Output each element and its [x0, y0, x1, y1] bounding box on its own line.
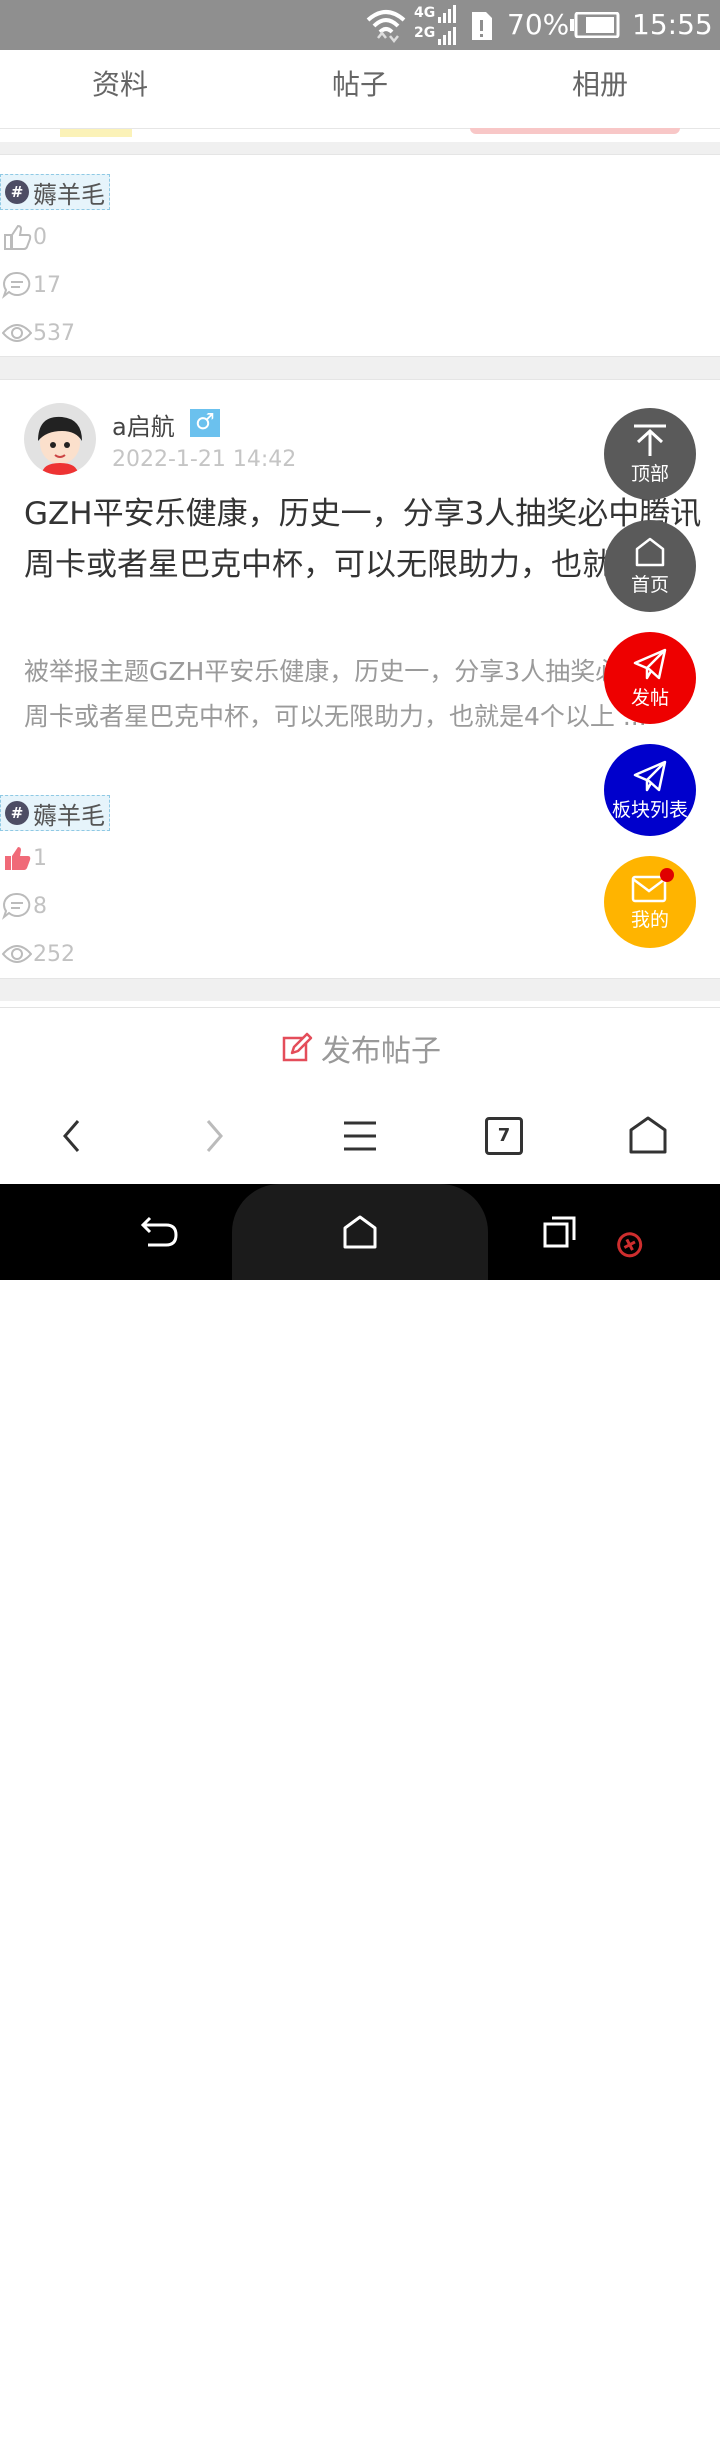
clock: 15:55	[632, 8, 713, 41]
new-post-button[interactable]: 发帖	[604, 632, 696, 724]
paper-plane-icon	[633, 760, 667, 791]
battery-icon	[570, 12, 620, 38]
tab-album[interactable]: 相册	[480, 50, 720, 128]
publish-post-bar[interactable]: 发布帖子	[0, 1007, 720, 1089]
tab-profile[interactable]: 资料	[0, 50, 240, 128]
highlight-remnant	[60, 129, 132, 137]
system-back-icon[interactable]	[140, 1214, 180, 1250]
profile-tabs: 资料 帖子 相册	[0, 50, 720, 129]
view-stat: 537	[2, 318, 75, 348]
post-excerpt[interactable]: 被举报主题GZH平安乐健康，历史一，分享3人抽奖必中腾讯周卡或者星巴克中杯，可以…	[24, 649, 704, 739]
like-stat[interactable]: 0	[2, 222, 47, 252]
card-separator	[0, 356, 720, 380]
card-separator	[0, 142, 720, 155]
eye-icon	[2, 324, 32, 342]
author-name[interactable]: a启航	[112, 407, 175, 442]
system-home-icon[interactable]	[342, 1214, 378, 1250]
home-icon[interactable]	[628, 1115, 668, 1155]
my-account-button[interactable]: 我的	[604, 856, 696, 948]
post-title[interactable]: GZH平安乐健康，历史一，分享3人抽奖必中腾讯周卡或者星巴克中杯，可以无限助力，…	[24, 489, 704, 591]
back-to-top-button[interactable]: 顶部	[604, 408, 696, 500]
signal-icon: 4G 2G	[414, 5, 458, 45]
wifi-icon	[366, 10, 406, 44]
tab-posts[interactable]: 帖子	[240, 50, 480, 128]
paper-plane-icon	[633, 648, 667, 679]
notification-dot	[660, 868, 674, 882]
avatar[interactable]	[24, 403, 96, 475]
post-tag[interactable]: # 薅羊毛	[0, 795, 110, 831]
publish-post-label: 发布帖子	[321, 1034, 441, 1069]
view-stat: 252	[2, 939, 75, 969]
forward-icon[interactable]	[200, 1118, 228, 1154]
status-bar: 4G 2G 70% 15:55	[0, 0, 720, 50]
eye-icon	[2, 945, 32, 963]
thumbs-up-icon	[4, 224, 32, 250]
gender-male-icon: ♂	[190, 409, 220, 437]
watermark-logo	[614, 2394, 714, 2454]
edit-icon	[282, 1032, 313, 1062]
comment-icon	[2, 271, 31, 299]
battery-percent: 70%	[507, 8, 570, 41]
tabs-count-button[interactable]: 7	[485, 1117, 523, 1155]
browser-toolbar: 7	[0, 1088, 720, 1184]
hash-icon: #	[5, 801, 29, 825]
home-icon	[635, 537, 665, 566]
hash-icon: #	[5, 180, 29, 204]
system-recents-icon[interactable]	[542, 1214, 578, 1250]
thumbs-up-filled-icon	[5, 847, 31, 870]
sim-alert-icon	[472, 12, 492, 40]
button-remnant	[470, 128, 680, 134]
comment-stat[interactable]: 17	[2, 270, 61, 300]
like-stat[interactable]: 1	[2, 843, 47, 873]
post-card[interactable]: # 薅羊毛 0 17 537	[0, 155, 720, 355]
home-button[interactable]: 首页	[604, 520, 696, 612]
menu-icon[interactable]	[342, 1118, 378, 1154]
comment-stat[interactable]: 8	[2, 891, 47, 921]
post-date: 2022-1-21 14:42	[112, 447, 297, 472]
back-icon[interactable]	[58, 1118, 86, 1154]
card-separator	[0, 978, 720, 1001]
post-tag[interactable]: # 薅羊毛	[0, 174, 110, 210]
arrow-up-icon	[634, 424, 666, 456]
board-list-button[interactable]: 板块列表	[604, 744, 696, 836]
comment-icon	[2, 892, 31, 920]
